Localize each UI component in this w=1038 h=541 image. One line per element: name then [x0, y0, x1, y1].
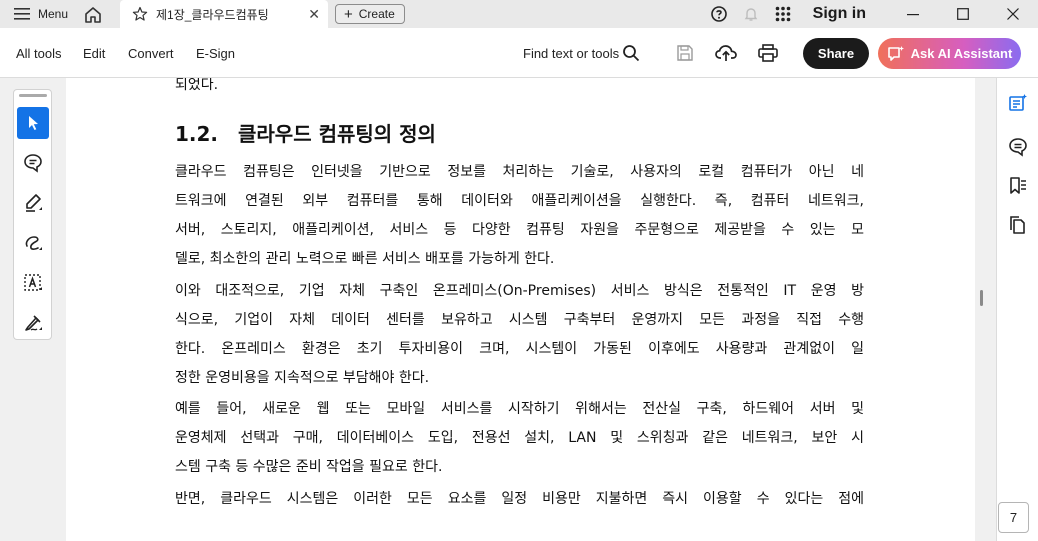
paragraph: 클라우드 컴퓨팅은 인터넷을 기반으로 정보를 처리하는 기술로, 사용자의 로…: [175, 158, 864, 274]
page-thumbnails-button[interactable]: [1005, 212, 1031, 238]
highlight-tool[interactable]: [17, 187, 49, 219]
text-line: 스템 구축 등 수많은 준비 작업을 필요로 한다.: [175, 459, 443, 475]
document-tab[interactable]: 제1장_클라우드컴퓨팅 ✕: [120, 0, 328, 28]
help-icon: [710, 6, 727, 22]
bookmarks-button[interactable]: [1005, 173, 1031, 199]
heading-number: 1.2.: [175, 122, 219, 146]
highlight-pen-icon: [26, 194, 42, 212]
save-icon: [677, 45, 693, 61]
minimize-button[interactable]: [888, 0, 938, 28]
close-window-button[interactable]: [988, 0, 1038, 28]
section-heading: 1.2. 클라우드 컴퓨팅의 정의: [175, 118, 436, 147]
scrollbar-thumb[interactable]: [980, 290, 983, 306]
paragraph: 예를 들어, 새로운 웹 또는 모바일 서비스를 시작하기 위해서는 전산실 구…: [175, 395, 864, 482]
home-button[interactable]: [76, 0, 110, 28]
share-button[interactable]: Share: [803, 38, 869, 69]
plus-icon: +: [344, 5, 353, 23]
help-button[interactable]: [703, 0, 735, 28]
text-line: 예를 들어, 새로운 웹 또는 모바일 서비스를 시작하기 위해서는 전산실 구…: [175, 401, 864, 417]
ask-ai-label: Ask AI Assistant: [910, 46, 1013, 61]
text-line: 되었다.: [175, 78, 219, 93]
menu-label: Menu: [38, 7, 69, 21]
ask-ai-assistant-button[interactable]: Ask AI Assistant: [878, 38, 1021, 69]
text-line: 정한 운영비용을 지속적으로 부담해야 한다.: [175, 370, 430, 386]
cloud-upload-icon: [715, 45, 737, 61]
paragraph: 이와 대조적으로, 기업 자체 구축인 온프레미스(On-Premises) 서…: [175, 277, 864, 393]
tab-close-icon[interactable]: ✕: [308, 6, 320, 23]
text-line: 반면, 클라우드 시스템은 이러한 모든 요소를 일정 비용만 지불하면 즉시 …: [175, 491, 864, 507]
text-line: 서버, 스토리지, 애플리케이션, 서비스 등 다양한 컴퓨팅 자원을 주문형으…: [175, 222, 864, 238]
home-icon: [85, 6, 101, 23]
draw-tool[interactable]: [17, 227, 49, 259]
panel-drag-handle[interactable]: [19, 94, 47, 97]
search-icon[interactable]: [622, 44, 640, 62]
text-line: 클라우드 컴퓨팅은 인터넷을 기반으로 정보를 처리하는 기술로, 사용자의 로…: [175, 164, 864, 180]
select-cursor-icon: [29, 116, 38, 130]
esign-link[interactable]: E-Sign: [196, 46, 235, 61]
bookmarks-icon: [1010, 177, 1026, 194]
quick-tools-panel: [13, 89, 52, 340]
upload-button[interactable]: [715, 42, 737, 64]
add-comment-icon: [24, 154, 42, 173]
hamburger-icon: [14, 8, 30, 20]
ai-notes-icon: [1009, 94, 1027, 111]
notifications-button[interactable]: [735, 0, 767, 28]
comments-panel-icon: [1009, 138, 1027, 157]
right-panel-area: [975, 78, 1038, 541]
text-line: 델로, 최소한의 관리 노력으로 빠른 서비스 배포를 가능하게 한다.: [175, 251, 555, 267]
top-text-fragment: 되었다.: [175, 78, 864, 100]
print-button[interactable]: [757, 42, 779, 64]
printer-icon: [758, 44, 778, 62]
left-panel-area: [0, 78, 66, 541]
page-number-indicator[interactable]: 7: [998, 502, 1029, 533]
save-button[interactable]: [674, 42, 696, 64]
create-button[interactable]: + Create: [335, 4, 405, 24]
draw-freehand-icon: [25, 236, 42, 250]
all-tools-link[interactable]: All tools: [16, 46, 62, 61]
close-icon: [1007, 8, 1019, 20]
convert-link[interactable]: Convert: [128, 46, 174, 61]
text-line: 식으로, 기업이 자체 데이터 센터를 보유하고 시스템 구축부터 운영까지 모…: [175, 312, 864, 328]
paragraph: 반면, 클라우드 시스템은 이러한 모든 요소를 일정 비용만 지불하면 즉시 …: [175, 485, 864, 514]
text-line: 운영체제 선택과 구매, 데이터베이스 도입, 전용선 설치, LAN 및 스위…: [175, 430, 864, 446]
sign-in-button[interactable]: Sign in: [813, 5, 866, 23]
select-tool[interactable]: [17, 107, 49, 139]
apps-button[interactable]: [767, 0, 799, 28]
tab-title: 제1장_클라우드컴퓨팅: [156, 7, 269, 22]
text-tool[interactable]: [17, 267, 49, 299]
minimize-icon: [907, 14, 919, 16]
menu-button[interactable]: Menu: [0, 0, 76, 28]
create-label: Create: [358, 7, 395, 21]
ai-notes-button[interactable]: [1005, 90, 1031, 116]
document-page[interactable]: 되었다. 1.2. 클라우드 컴퓨팅의 정의 클라우드 컴퓨팅은 인터넷을 기반으…: [66, 78, 975, 541]
text-line: 이와 대조적으로, 기업 자체 구축인 온프레미스(On-Premises) 서…: [175, 283, 864, 299]
apps-grid-icon: [775, 6, 790, 22]
main-toolbar: All tools Edit Convert E-Sign Find text …: [0, 28, 1038, 78]
sign-pen-icon: [25, 315, 42, 331]
text-line: 트워크에 연결된 외부 컴퓨터를 통해 데이터와 애플리케이션을 실행한다. 즉…: [175, 193, 864, 209]
maximize-icon: [957, 8, 969, 20]
titlebar-right: Sign in: [703, 0, 1038, 28]
comments-panel-button[interactable]: [1005, 134, 1031, 160]
find-text-button[interactable]: Find text or tools: [523, 46, 619, 61]
text-box-icon: [24, 274, 42, 291]
comment-tool[interactable]: [17, 147, 49, 179]
maximize-button[interactable]: [938, 0, 988, 28]
bell-icon: [744, 8, 757, 21]
edit-link[interactable]: Edit: [83, 46, 105, 61]
right-tools-strip: [996, 78, 1038, 541]
text-line: 한다. 온프레미스 환경은 초기 투자비용이 크며, 시스템이 가동된 이후에도…: [175, 341, 864, 357]
page-thumbnails-icon: [1010, 216, 1025, 234]
heading-text: 클라우드 컴퓨팅의 정의: [238, 122, 436, 146]
ai-assistant-icon: [887, 45, 904, 61]
star-icon[interactable]: [132, 6, 148, 22]
sign-tool[interactable]: [17, 307, 49, 339]
